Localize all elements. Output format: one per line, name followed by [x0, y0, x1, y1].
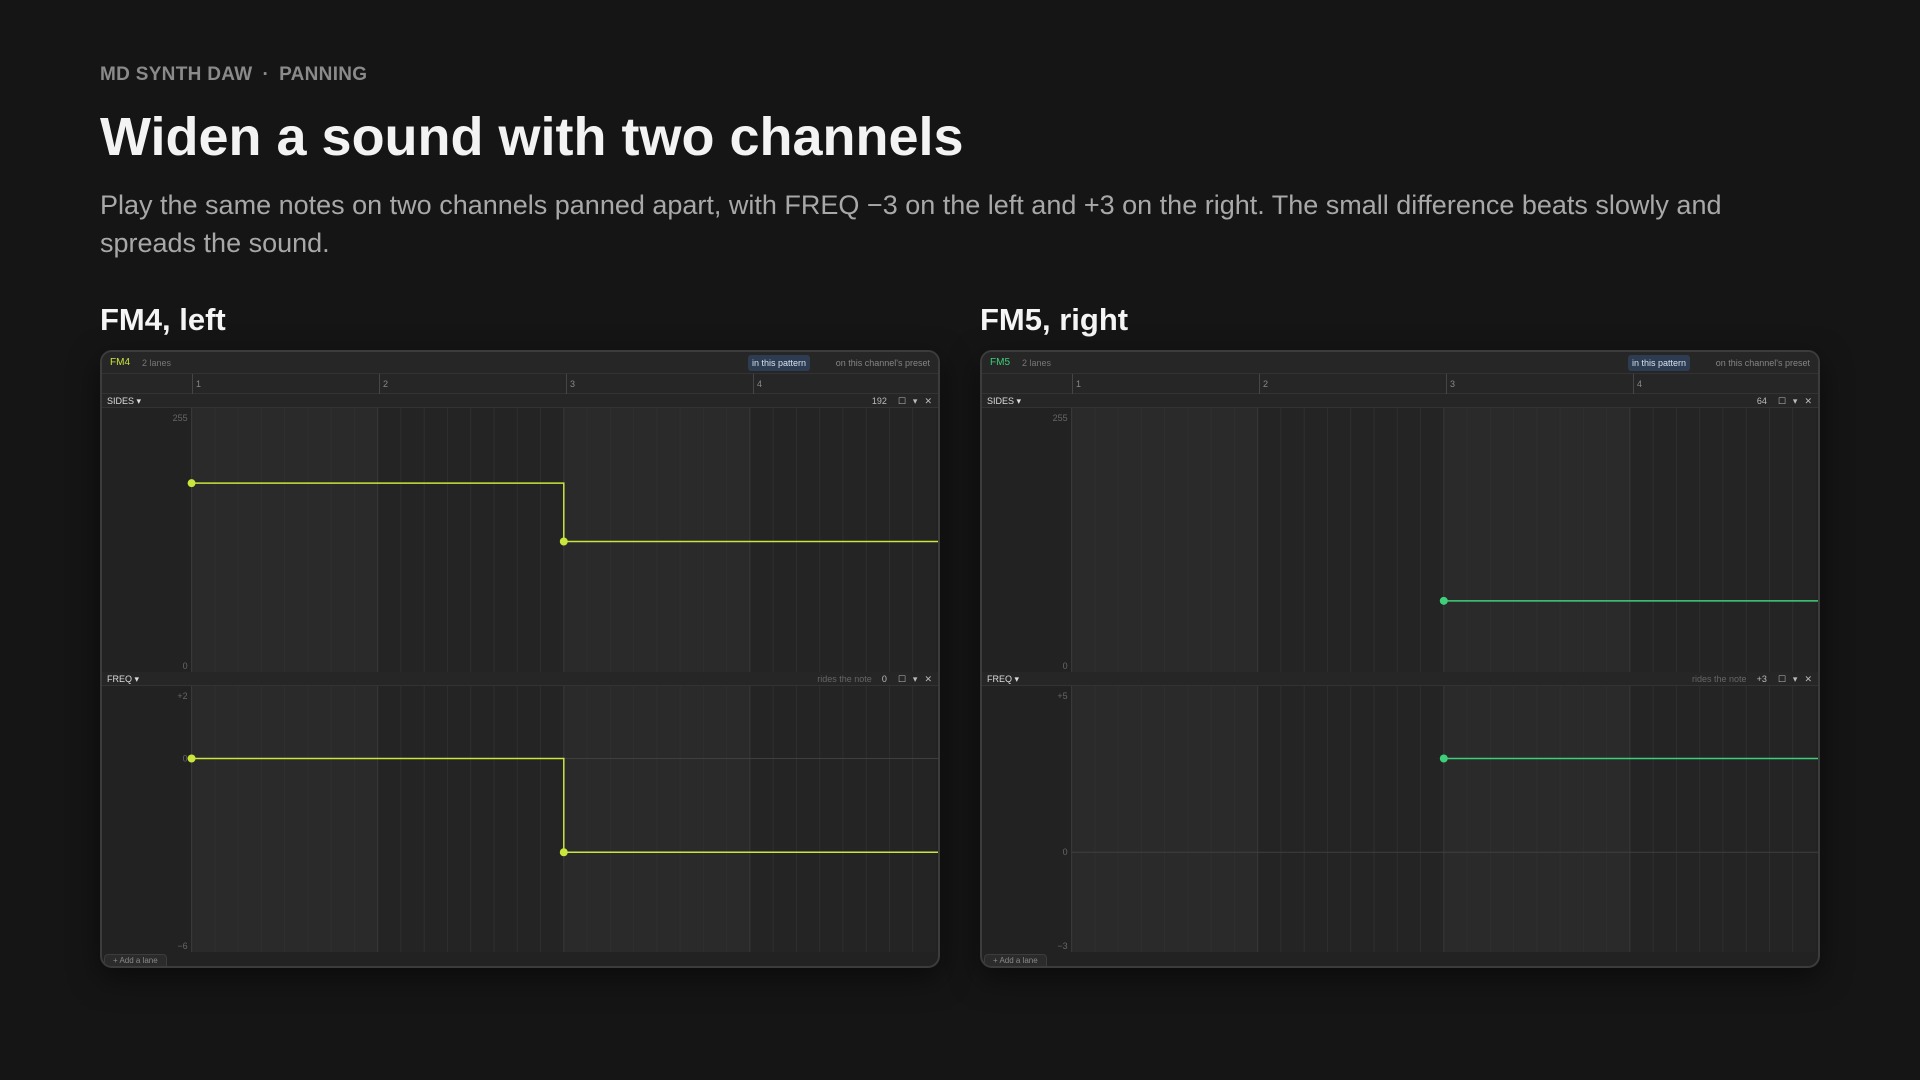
lane-header-sides: SIDES ▾ 192 ☐ ▾ ✕ [102, 394, 938, 408]
close-icon[interactable]: ✕ [1804, 674, 1812, 684]
scope-pattern-toggle[interactable]: in this pattern [1627, 355, 1690, 371]
chevron-down-icon[interactable]: ▾ [1793, 674, 1798, 684]
chevron-down-icon[interactable]: ▾ [913, 674, 918, 684]
ruler-beat-3: 3 [570, 379, 576, 389]
ruler-tick [1072, 374, 1073, 394]
lane-gutter [102, 686, 192, 952]
square-icon[interactable]: ☐ [898, 674, 906, 684]
square-icon[interactable]: ☐ [898, 396, 906, 406]
ruler-tick [1259, 374, 1260, 394]
rides-note-label: rides the note [817, 674, 872, 684]
lanes-count: 2 lanes [142, 358, 172, 368]
axis-bottom-label: 0 [183, 661, 188, 671]
panel-heading-left: FM4, left [100, 302, 226, 337]
lanes-count: 2 lanes [1022, 358, 1052, 368]
close-icon[interactable]: ✕ [924, 396, 932, 406]
scope-preset-toggle[interactable]: on this channel's preset [1716, 358, 1810, 368]
lane-freq-graph[interactable]: +5 −3 0 [982, 686, 1818, 952]
ruler-tick [1446, 374, 1447, 394]
axis-top-label: +2 [177, 691, 187, 701]
lane-header-sides: SIDES ▾ 64 ☐ ▾ ✕ [982, 394, 1818, 408]
channel-name: FM4 [110, 357, 130, 368]
lane-selector-freq[interactable]: FREQ ▾ [987, 674, 1019, 685]
automation-editor-right: FM5 2 lanes in this pattern on this chan… [980, 350, 1820, 968]
beat-ruler[interactable]: 1 2 3 4 [102, 374, 938, 394]
scope-preset-toggle[interactable]: on this channel's preset [836, 358, 930, 368]
lane-sides-graph[interactable]: 255 0 [102, 408, 938, 672]
editor-toolbar: FM5 2 lanes in this pattern on this chan… [982, 352, 1818, 374]
lane-value[interactable]: 0 [882, 674, 887, 684]
axis-zero-label: 0 [183, 753, 188, 763]
lane-value[interactable]: 192 [872, 396, 887, 406]
automation-point [1439, 596, 1448, 605]
scope-pattern-toggle[interactable]: in this pattern [747, 355, 810, 371]
lane-sides-graph[interactable]: 255 0 [982, 408, 1818, 672]
lane-value[interactable]: +3 [1757, 674, 1767, 684]
axis-top-label: 255 [173, 413, 188, 423]
lane-value[interactable]: 64 [1757, 396, 1767, 406]
sides-automation-curve[interactable]: 255 0 [102, 408, 938, 672]
ruler-beat-1: 1 [196, 379, 202, 389]
sides-automation-curve[interactable]: 255 0 [982, 408, 1818, 672]
lane-selector-freq[interactable]: FREQ ▾ [107, 674, 139, 685]
channel-name: FM5 [990, 357, 1010, 368]
ruler-tick [753, 374, 754, 394]
page-subtitle: Play the same notes on two channels pann… [100, 190, 1722, 258]
rides-note-label: rides the note [1692, 674, 1747, 684]
ruler-beat-4: 4 [757, 379, 763, 389]
lane-header-freq: FREQ ▾ rides the note +3 ☐ ▾ ✕ [982, 672, 1818, 686]
lane-selector-sides[interactable]: SIDES ▾ [107, 396, 141, 407]
close-icon[interactable]: ✕ [1804, 396, 1812, 406]
square-icon[interactable]: ☐ [1778, 674, 1786, 684]
eyebrow-section: PANNING [279, 64, 368, 85]
beat-ruler[interactable]: 1 2 3 4 [982, 374, 1818, 394]
ruler-beat-1: 1 [1076, 379, 1082, 389]
editor-toolbar: FM4 2 lanes in this pattern on this chan… [102, 352, 938, 374]
lane-selector-sides[interactable]: SIDES ▾ [987, 396, 1021, 407]
add-lane-button[interactable]: + Add a lane [984, 954, 1047, 966]
chevron-down-icon[interactable]: ▾ [913, 396, 918, 406]
axis-top-label: +5 [1057, 691, 1067, 701]
ruler-tick [1633, 374, 1634, 394]
close-icon[interactable]: ✕ [924, 674, 932, 684]
ruler-tick [566, 374, 567, 394]
panel-heading-right: FM5, right [980, 302, 1129, 337]
automation-editor-left: FM4 2 lanes in this pattern on this chan… [100, 350, 940, 968]
axis-zero-label: 0 [1063, 847, 1068, 857]
add-lane-button[interactable]: + Add a lane [104, 954, 167, 966]
automation-point [559, 848, 568, 857]
lane-gutter [102, 408, 192, 672]
ruler-beat-4: 4 [1637, 379, 1643, 389]
ruler-beat-2: 2 [1263, 379, 1269, 389]
eyebrow-app: MD SYNTH DAW [100, 64, 253, 85]
eyebrow: MD SYNTH DAW · PANNING [100, 64, 367, 86]
lane-header-freq: FREQ ▾ rides the note 0 ☐ ▾ ✕ [102, 672, 938, 686]
lane-gutter [982, 686, 1072, 952]
automation-point [1439, 754, 1448, 763]
axis-bottom-label: −3 [1057, 941, 1067, 951]
ruler-beat-2: 2 [383, 379, 389, 389]
page-title: Widen a sound with two channels [100, 107, 964, 167]
freq-automation-curve[interactable]: +5 −3 0 [982, 686, 1818, 952]
freq-automation-curve[interactable]: +2 −6 0 [102, 686, 938, 952]
ruler-beat-3: 3 [1450, 379, 1456, 389]
lane-gutter [982, 408, 1072, 672]
axis-bottom-label: 0 [1063, 661, 1068, 671]
automation-point [187, 479, 196, 488]
lane-freq-graph[interactable]: +2 −6 0 [102, 686, 938, 952]
ruler-tick [379, 374, 380, 394]
square-icon[interactable]: ☐ [1778, 396, 1786, 406]
axis-bottom-label: −6 [177, 941, 187, 951]
automation-point [559, 537, 568, 546]
ruler-tick [192, 374, 193, 394]
axis-top-label: 255 [1053, 413, 1068, 423]
automation-point [187, 754, 196, 763]
chevron-down-icon[interactable]: ▾ [1793, 396, 1798, 406]
eyebrow-separator: · [262, 64, 270, 85]
